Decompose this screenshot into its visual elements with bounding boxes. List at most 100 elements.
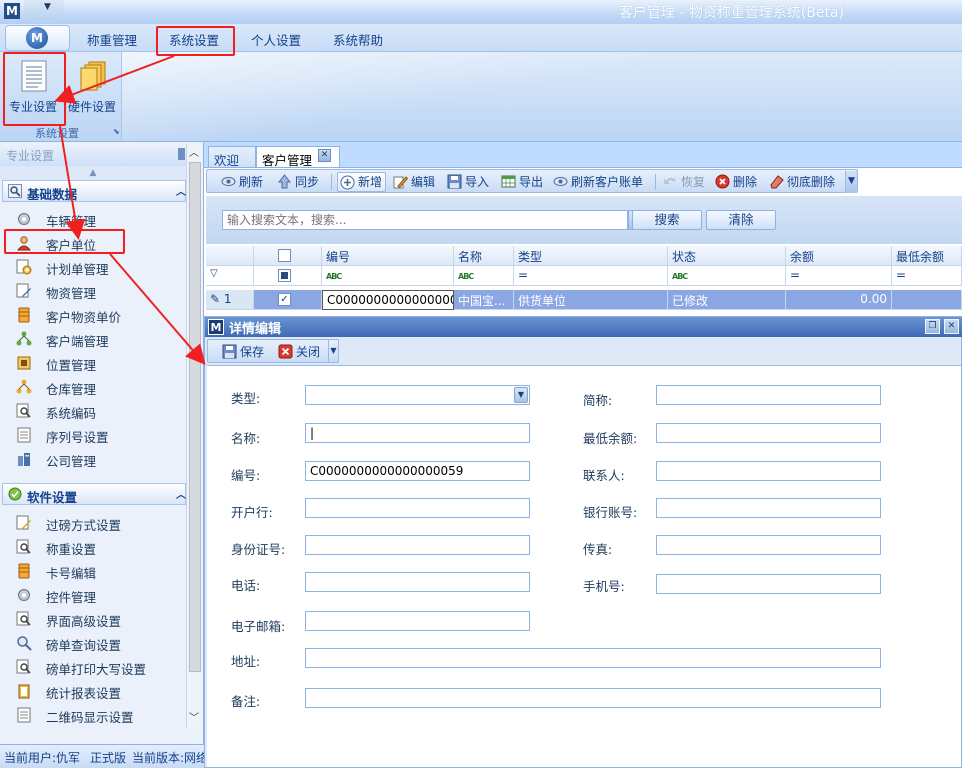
column-header-code[interactable]: 编号 xyxy=(322,246,454,266)
phone-field[interactable] xyxy=(305,572,530,592)
contact-field[interactable] xyxy=(656,461,881,481)
filter-select-cell[interactable] xyxy=(254,266,322,286)
chevron-down-icon[interactable]: ▼ xyxy=(514,387,528,403)
refresh-customer-bill-button[interactable]: 刷新客户账单 xyxy=(553,173,643,191)
nav-item-control-management[interactable]: 控件管理 xyxy=(0,583,186,607)
bank-account-field[interactable] xyxy=(656,498,881,518)
column-header-type[interactable]: 类型 xyxy=(514,246,668,266)
export-button[interactable]: 导出 xyxy=(501,173,543,191)
filter-name[interactable]: ABC xyxy=(454,266,514,286)
column-header-balance[interactable]: 余额 xyxy=(786,246,892,266)
scrollbar-up-arrow-icon[interactable]: ︿ xyxy=(186,144,202,160)
fax-field[interactable] xyxy=(656,535,881,555)
filter-min-balance[interactable]: = xyxy=(892,266,962,286)
nav-item-warehouse-management[interactable]: 仓库管理 xyxy=(0,375,186,399)
nav-item-report-settings[interactable]: 统计报表设置 xyxy=(0,679,186,703)
table-cell-min-balance[interactable] xyxy=(892,290,962,310)
close-window-icon[interactable]: ✕ xyxy=(944,319,959,334)
nav-item-ticket-print-settings[interactable]: 磅单打印大写设置 xyxy=(0,655,186,679)
row-select-cell[interactable]: ✓ xyxy=(254,290,322,310)
id-number-field[interactable] xyxy=(305,535,530,555)
add-button[interactable]: 新增 xyxy=(337,172,387,192)
filter-balance[interactable]: = xyxy=(786,266,892,286)
nav-item-weighing-mode-settings[interactable]: 过磅方式设置 xyxy=(0,511,186,535)
remark-field[interactable] xyxy=(305,688,881,708)
application-orb-button[interactable]: M xyxy=(5,25,70,51)
address-field[interactable] xyxy=(305,648,881,668)
restore-window-icon[interactable]: ❐ xyxy=(925,319,940,334)
nav-item-ticket-query-settings[interactable]: 磅单查询设置 xyxy=(0,631,186,655)
row-indicator[interactable]: ✎ 1 xyxy=(206,290,254,310)
filter-type[interactable]: = xyxy=(514,266,668,286)
dialog-launcher-icon[interactable]: ⬊ xyxy=(113,127,120,136)
column-header-name[interactable]: 名称 xyxy=(454,246,514,266)
nav-item-qrcode-display-settings[interactable]: 二维码显示设置 xyxy=(0,703,186,727)
tab-welcome[interactable]: 欢迎页 xyxy=(208,146,256,187)
nav-item-serial-number-settings[interactable]: 序列号设置 xyxy=(0,423,186,447)
email-field[interactable] xyxy=(305,611,530,631)
import-button[interactable]: 导入 xyxy=(447,173,489,191)
close-button[interactable]: 关闭 xyxy=(278,343,320,361)
short-name-field[interactable] xyxy=(656,385,881,405)
scrollbar-thumb[interactable] xyxy=(189,162,201,672)
permanent-delete-button[interactable]: 彻底删除 xyxy=(769,173,835,191)
table-cell-type[interactable]: 供货单位 xyxy=(514,290,668,310)
label-remark: 备注: xyxy=(231,694,261,709)
search-button[interactable]: 搜索 xyxy=(632,210,702,230)
search-input[interactable] xyxy=(222,210,628,230)
status-current-user: 当前用户:仇军 xyxy=(4,751,81,765)
grid-select-all-header[interactable] xyxy=(254,246,322,266)
chevron-up-icon[interactable]: ︿ xyxy=(176,486,186,501)
hardware-settings-button[interactable]: 硬件设置 xyxy=(64,56,120,122)
nav-scrollbar[interactable] xyxy=(186,144,202,729)
sync-button[interactable]: 同步 xyxy=(277,173,319,191)
scroll-up-icon[interactable]: ▲ xyxy=(0,166,186,180)
scrollbar-down-arrow-icon[interactable]: ﹀ xyxy=(186,709,202,725)
nav-item-card-number-edit[interactable]: 卡号编辑 xyxy=(0,559,186,583)
nav-item-material-management[interactable]: 物资管理 xyxy=(0,279,186,303)
filter-code[interactable]: ABC xyxy=(322,266,454,286)
detail-toolbar-overflow-icon[interactable]: ▼ xyxy=(328,340,338,362)
select-all-checkbox[interactable] xyxy=(278,249,291,262)
bank-field[interactable] xyxy=(305,498,530,518)
mobile-field[interactable] xyxy=(656,574,881,594)
column-header-status[interactable]: 状态 xyxy=(668,246,786,266)
nav-item-plan-management[interactable]: 计划单管理 xyxy=(0,255,186,279)
table-cell-balance[interactable]: 0.00 xyxy=(786,290,892,310)
clear-button[interactable]: 清除 xyxy=(706,210,776,230)
nav-item-weighing-settings[interactable]: 称重设置 xyxy=(0,535,186,559)
column-header-min-balance[interactable]: 最低余额 xyxy=(892,246,962,266)
table-cell-status[interactable]: 已修改 xyxy=(668,290,786,310)
filter-row-funnel-icon[interactable]: ▽ xyxy=(206,266,254,286)
restore-button[interactable]: 恢复 xyxy=(663,173,705,191)
toolbar-overflow-chevron-icon[interactable]: ▼ xyxy=(845,171,857,193)
name-field[interactable] xyxy=(305,423,530,443)
delete-button[interactable]: 删除 xyxy=(715,173,757,191)
chevron-up-icon[interactable]: ︿ xyxy=(176,183,186,198)
min-balance-field[interactable] xyxy=(656,423,881,443)
nav-item-customer-material-price[interactable]: 客户物资单价 xyxy=(0,303,186,327)
tab-weighing-management[interactable]: 称重管理 xyxy=(87,30,137,49)
filter-checkbox[interactable] xyxy=(278,269,291,282)
group-header-software-settings[interactable]: 软件设置 ︿ xyxy=(2,483,186,505)
nav-item-client-management[interactable]: 客户端管理 xyxy=(0,327,186,351)
row-checkbox[interactable]: ✓ xyxy=(278,293,291,306)
type-combobox[interactable] xyxy=(305,385,530,405)
save-button[interactable]: 保存 xyxy=(222,343,264,361)
nav-item-vehicle-management[interactable]: 车辆管理 xyxy=(0,207,186,231)
filter-status[interactable]: ABC xyxy=(668,266,786,286)
table-cell-code[interactable]: C000000000000000000 xyxy=(322,290,454,310)
tab-system-help[interactable]: 系统帮助 xyxy=(333,30,383,49)
edit-button[interactable]: 编辑 xyxy=(393,173,435,191)
table-cell-name[interactable]: 中国宝... xyxy=(454,290,514,310)
group-header-basic-data[interactable]: 基础数据 ︿ xyxy=(2,180,186,202)
nav-item-company-management[interactable]: 公司管理 xyxy=(0,447,186,471)
close-tab-icon[interactable]: ✕ xyxy=(318,149,331,162)
pane-collapse-icon[interactable] xyxy=(178,148,185,160)
nav-item-location-management[interactable]: 位置管理 xyxy=(0,351,186,375)
nav-item-system-code[interactable]: 系统编码 xyxy=(0,399,186,423)
tab-personal-settings[interactable]: 个人设置 xyxy=(251,30,301,49)
refresh-button[interactable]: 刷新 xyxy=(221,173,263,191)
nav-item-advanced-ui-settings[interactable]: 界面高级设置 xyxy=(0,607,186,631)
code-field[interactable] xyxy=(305,461,530,481)
